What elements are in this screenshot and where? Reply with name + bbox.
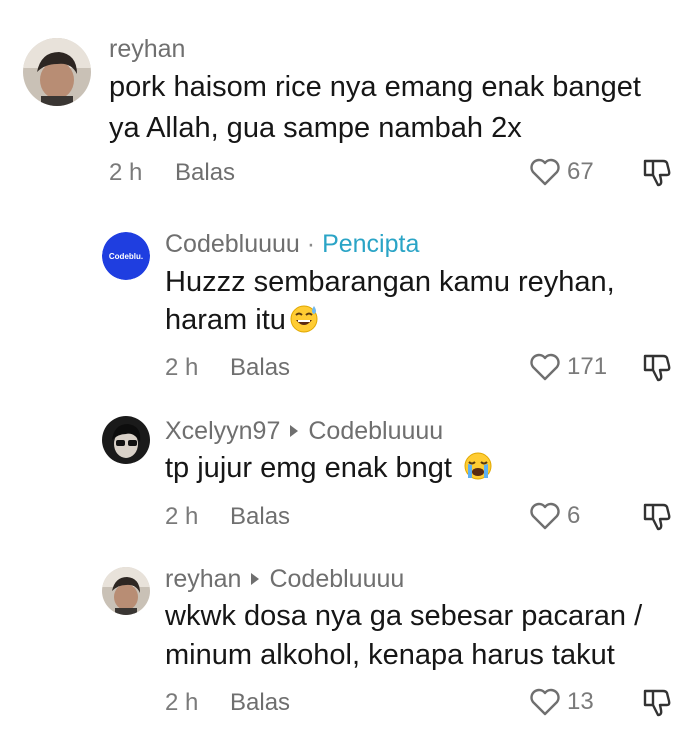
reply-arrow-icon bbox=[251, 573, 260, 586]
username-text: Codebluuuu bbox=[165, 230, 300, 258]
heart-icon bbox=[530, 502, 560, 530]
comment-text: ya Allah, gua sampe nambah 2x bbox=[109, 112, 522, 144]
comment-text: tp jujur emg enak bngt bbox=[165, 448, 494, 488]
dislike-button[interactable] bbox=[641, 156, 673, 188]
username-text: reyhan bbox=[165, 565, 242, 593]
heart-icon bbox=[530, 353, 560, 381]
like-count: 67 bbox=[567, 158, 594, 185]
like-count: 13 bbox=[567, 688, 594, 715]
creator-badge: Pencipta bbox=[322, 230, 420, 258]
comment-username[interactable]: reyhan bbox=[109, 34, 185, 64]
reply-button[interactable]: Balas bbox=[230, 353, 290, 383]
like-button[interactable]: 13 bbox=[529, 687, 594, 717]
reply-to-username: Codebluuuu bbox=[269, 565, 405, 593]
avatar[interactable] bbox=[102, 416, 150, 464]
comment-username[interactable]: reyhan Codebluuuu bbox=[165, 564, 404, 594]
reply-to-username: Codebluuuu bbox=[308, 417, 444, 445]
avatar-logo-text: Codeblu. bbox=[109, 252, 143, 261]
sweat-smile-emoji bbox=[290, 305, 318, 333]
like-button[interactable]: 67 bbox=[529, 157, 594, 187]
like-button[interactable]: 171 bbox=[529, 352, 607, 382]
comment-time: 2 h bbox=[165, 689, 199, 716]
avatar[interactable] bbox=[23, 38, 91, 106]
comment-text: haram itu bbox=[165, 300, 320, 340]
comment-text-content: haram itu bbox=[165, 304, 286, 336]
comment-text: wkwk dosa nya ga sebesar pacaran / bbox=[165, 600, 643, 632]
comment-time: 2 h bbox=[165, 503, 199, 530]
like-count: 171 bbox=[567, 353, 608, 380]
reply-arrow-icon bbox=[290, 425, 299, 438]
thumbs-down-icon bbox=[643, 159, 671, 187]
like-count: 6 bbox=[567, 502, 581, 529]
comment-text: minum alkohol, kenapa harus takut bbox=[165, 639, 615, 671]
thumbs-down-icon bbox=[643, 503, 671, 531]
username-text: Xcelyyn97 bbox=[165, 417, 281, 445]
reply-button[interactable]: Balas bbox=[230, 502, 290, 532]
heart-icon bbox=[530, 158, 560, 186]
thumbs-down-icon bbox=[643, 689, 671, 717]
comment-text: pork haisom rice nya emang enak banget bbox=[109, 71, 641, 103]
comment-username[interactable]: Codebluuuu · Pencipta bbox=[165, 229, 419, 259]
loudly-crying-emoji bbox=[464, 452, 492, 480]
thumbs-down-icon bbox=[643, 354, 671, 382]
comment-username[interactable]: Xcelyyn97 Codebluuuu bbox=[165, 416, 443, 446]
separator: · bbox=[306, 230, 316, 258]
comment-thread: reyhan pork haisom rice nya emang enak b… bbox=[0, 0, 700, 738]
heart-icon bbox=[530, 688, 560, 716]
reply-button[interactable]: Balas bbox=[175, 158, 235, 188]
dislike-button[interactable] bbox=[641, 686, 673, 718]
like-button[interactable]: 6 bbox=[529, 501, 580, 531]
comment-time: 2 h bbox=[109, 159, 143, 186]
comment-text: Huzzz sembarangan kamu reyhan, bbox=[165, 266, 615, 298]
avatar[interactable]: Codeblu. bbox=[102, 232, 150, 280]
avatar[interactable] bbox=[102, 567, 150, 615]
comment-text-content: tp jujur emg enak bngt bbox=[165, 452, 452, 484]
dislike-button[interactable] bbox=[641, 500, 673, 532]
dislike-button[interactable] bbox=[641, 351, 673, 383]
reply-button[interactable]: Balas bbox=[230, 688, 290, 718]
comment-time: 2 h bbox=[165, 354, 199, 381]
